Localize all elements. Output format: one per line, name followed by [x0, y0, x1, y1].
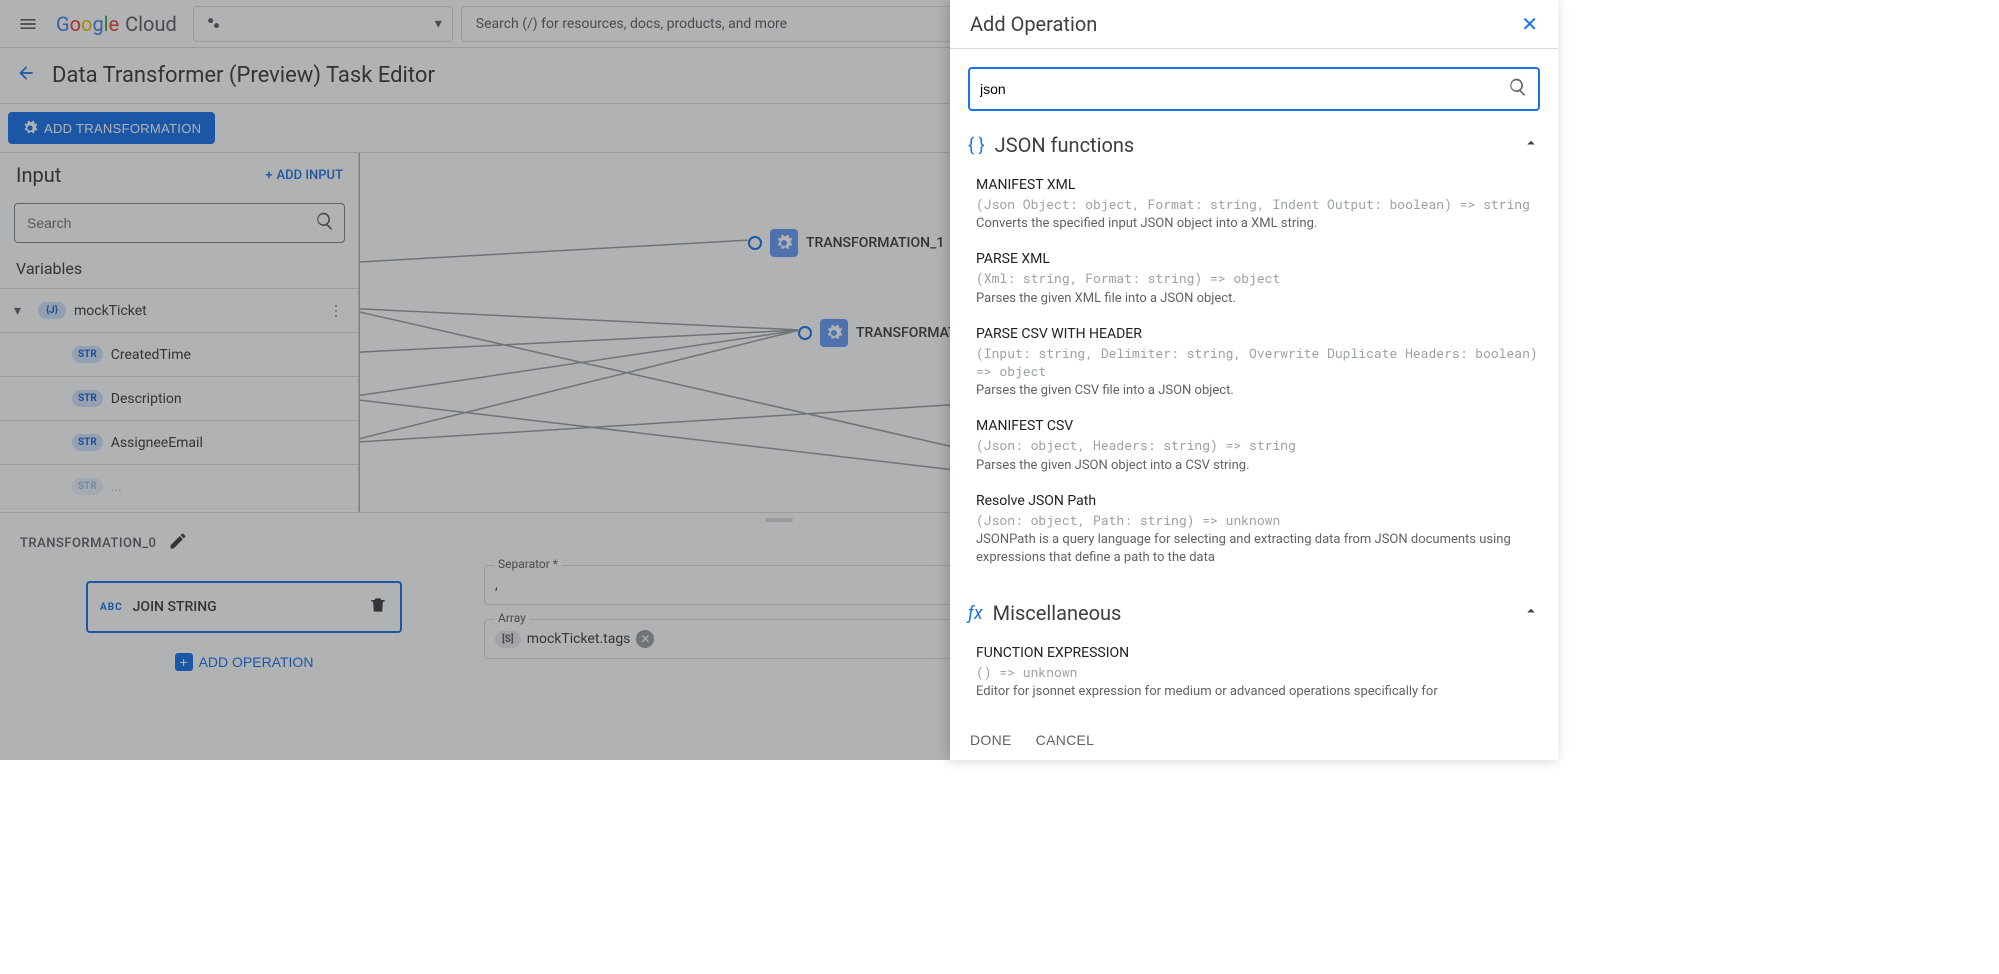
operation-item[interactable]: MANIFEST CSV (Json: object, Headers: str… [976, 410, 1540, 484]
group-header-misc[interactable]: ƒx Miscellaneous [968, 597, 1540, 629]
done-button[interactable]: DONE [970, 732, 1012, 748]
chevron-up-icon [1522, 134, 1540, 156]
drawer-title: Add Operation [970, 12, 1097, 36]
group-title: Miscellaneous [993, 601, 1512, 625]
operation-group: ƒx Miscellaneous FUNCTION EXPRESSION () … [968, 597, 1540, 711]
operation-item[interactable]: FUNCTION EXPRESSION () => unknown Editor… [976, 637, 1540, 711]
operation-item[interactable]: PARSE CSV WITH HEADER (Input: string, De… [976, 318, 1540, 411]
json-icon: { } [968, 135, 985, 156]
group-header-json[interactable]: { } JSON functions [968, 129, 1540, 161]
operation-item[interactable]: PARSE XML (Xml: string, Format: string) … [976, 243, 1540, 317]
operation-group: { } JSON functions MANIFEST XML (Json Ob… [968, 129, 1540, 577]
add-operation-drawer: Add Operation ✕ { } JSON functions MANIF… [950, 0, 1558, 760]
chevron-up-icon [1522, 602, 1540, 624]
search-icon [1508, 77, 1528, 101]
fx-icon: ƒx [968, 603, 983, 624]
operation-item[interactable]: Resolve JSON Path (Json: object, Path: s… [976, 485, 1540, 578]
operation-search-input[interactable] [980, 81, 1508, 97]
close-icon[interactable]: ✕ [1521, 12, 1538, 36]
drawer-footer: DONE CANCEL [950, 720, 1558, 760]
cancel-button[interactable]: CANCEL [1036, 732, 1095, 748]
operation-item[interactable]: MANIFEST XML (Json Object: object, Forma… [976, 169, 1540, 243]
group-title: JSON functions [995, 133, 1512, 157]
operation-search [968, 67, 1540, 111]
